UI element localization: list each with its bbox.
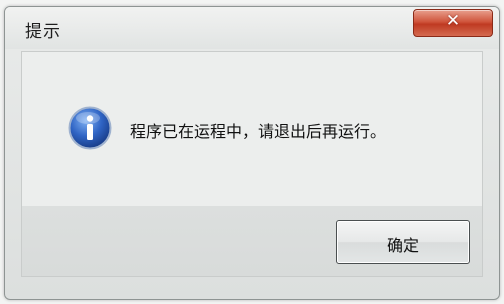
close-button[interactable]: ✕	[413, 9, 493, 37]
title-bar[interactable]: 提示 ✕	[5, 7, 499, 49]
dialog-title: 提示	[25, 22, 61, 42]
dialog-message: 程序已在运程中，请退出后再运行。	[130, 122, 387, 141]
close-icon: ✕	[445, 11, 461, 31]
button-area: 确定	[21, 206, 483, 277]
message-dialog: 提示 ✕ 程序已在运程中，请退出后再运行。 确定	[4, 6, 500, 300]
ok-button[interactable]: 确定	[336, 220, 470, 264]
info-icon	[68, 106, 112, 150]
message-panel: 程序已在运程中，请退出后再运行。	[21, 51, 483, 207]
ok-button-label: 确定	[386, 236, 419, 255]
